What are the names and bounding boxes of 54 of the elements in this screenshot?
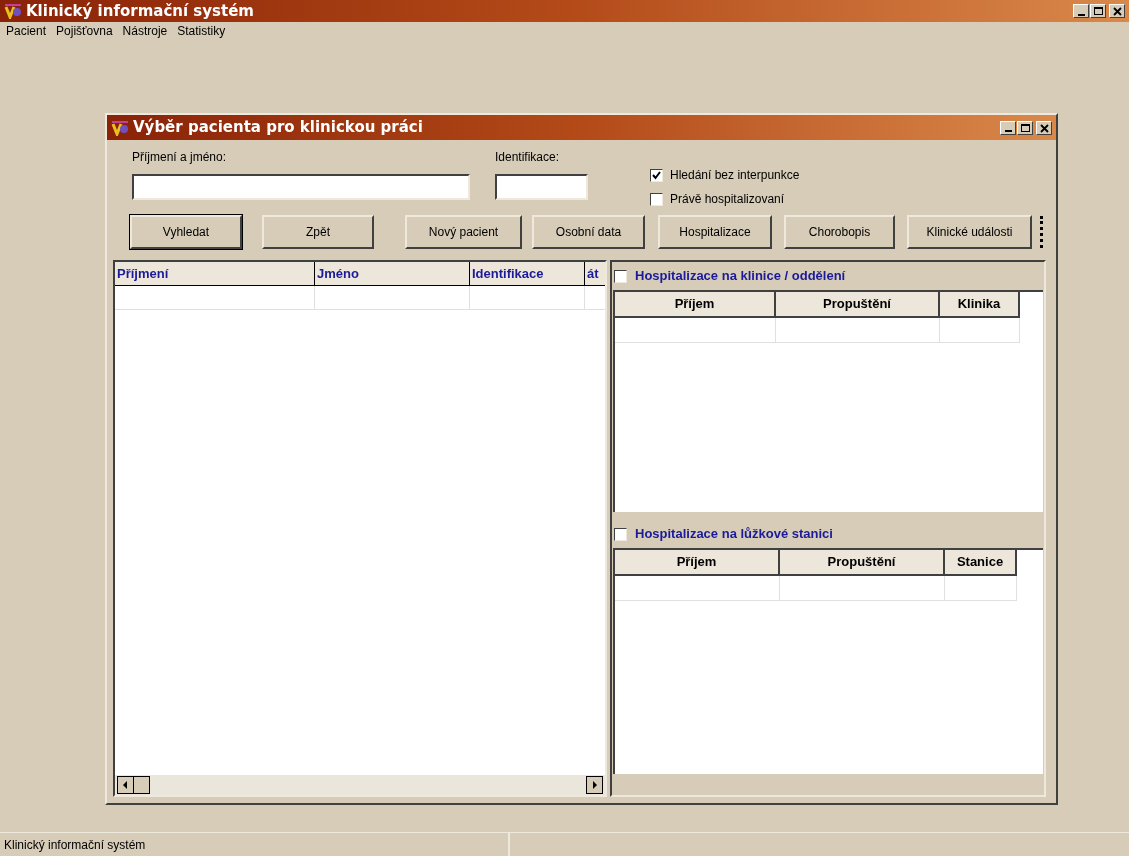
window-title: Klinický informační systém: [26, 0, 254, 22]
field-label: Příjmení a jméno:: [132, 150, 228, 164]
checkbox[interactable]: [650, 168, 663, 182]
checkbox[interactable]: [614, 527, 627, 541]
button[interactable]: Hospitalizace: [658, 215, 772, 249]
column-header[interactable]: Příjmení: [115, 262, 315, 285]
menu-item[interactable]: Nástroje: [122, 22, 168, 40]
section-title: Hospitalizace na lůžkové stanici: [635, 525, 833, 544]
column-header[interactable]: Identifikace: [470, 262, 585, 285]
column-header[interactable]: Klinika: [940, 292, 1020, 318]
close-icon: [1037, 121, 1051, 134]
field-label: Identifikace:: [495, 150, 561, 164]
column-header[interactable]: Příjem: [615, 292, 776, 318]
button[interactable]: Klinické události: [907, 215, 1032, 249]
minimize-icon: [1077, 13, 1085, 16]
column-header[interactable]: Příjem: [615, 550, 780, 576]
menu-item[interactable]: Pacient: [6, 22, 47, 40]
checkbox[interactable]: [650, 192, 663, 206]
checkbox-label: Hledání bez interpunkce: [670, 167, 800, 184]
close-icon: [1110, 5, 1124, 17]
input-field[interactable]: [495, 174, 588, 200]
horizontal-scrollbar[interactable]: [115, 775, 605, 795]
minimize-button[interactable]: [1000, 120, 1016, 135]
app-logo-icon: [111, 119, 129, 136]
status-text: Klinický informační systém: [0, 833, 510, 856]
scroll-right-icon[interactable]: [586, 776, 603, 794]
button[interactable]: Nový pacient: [405, 215, 522, 249]
column-header[interactable]: át: [585, 262, 605, 285]
maximize-button[interactable]: [1017, 120, 1033, 135]
minimize-button[interactable]: [1073, 4, 1089, 18]
maximize-icon: [1091, 5, 1105, 17]
column-header[interactable]: Stanice: [945, 550, 1017, 576]
scroll-left-icon[interactable]: [117, 776, 151, 794]
checkbox[interactable]: [614, 269, 627, 283]
menu-item[interactable]: Pojišťovna: [56, 22, 113, 40]
checkbox-label: Právě hospitalizovaní: [670, 191, 785, 208]
dialog-title: Výběr pacienta pro klinickou práci: [133, 117, 423, 139]
table-cell: [945, 576, 1017, 601]
app-logo-icon: [4, 3, 22, 19]
close-button[interactable]: [1109, 4, 1125, 18]
button[interactable]: Zpět: [262, 215, 374, 249]
column-header[interactable]: Jméno: [315, 262, 470, 285]
toolbar-grip: [1040, 216, 1043, 248]
section-title: Hospitalizace na klinice / oddělení: [635, 267, 846, 286]
button[interactable]: Vyhledat: [130, 215, 242, 249]
column-header[interactable]: Propuštění: [780, 550, 945, 576]
button[interactable]: Chorobopis: [784, 215, 895, 249]
menu-item[interactable]: Statistiky: [177, 22, 226, 40]
input-field[interactable]: [132, 174, 470, 200]
button[interactable]: Osobní data: [532, 215, 645, 249]
maximize-button[interactable]: [1090, 4, 1106, 18]
minimize-icon: [1004, 130, 1012, 132]
close-button[interactable]: [1036, 120, 1052, 135]
column-header[interactable]: Propuštění: [776, 292, 940, 318]
